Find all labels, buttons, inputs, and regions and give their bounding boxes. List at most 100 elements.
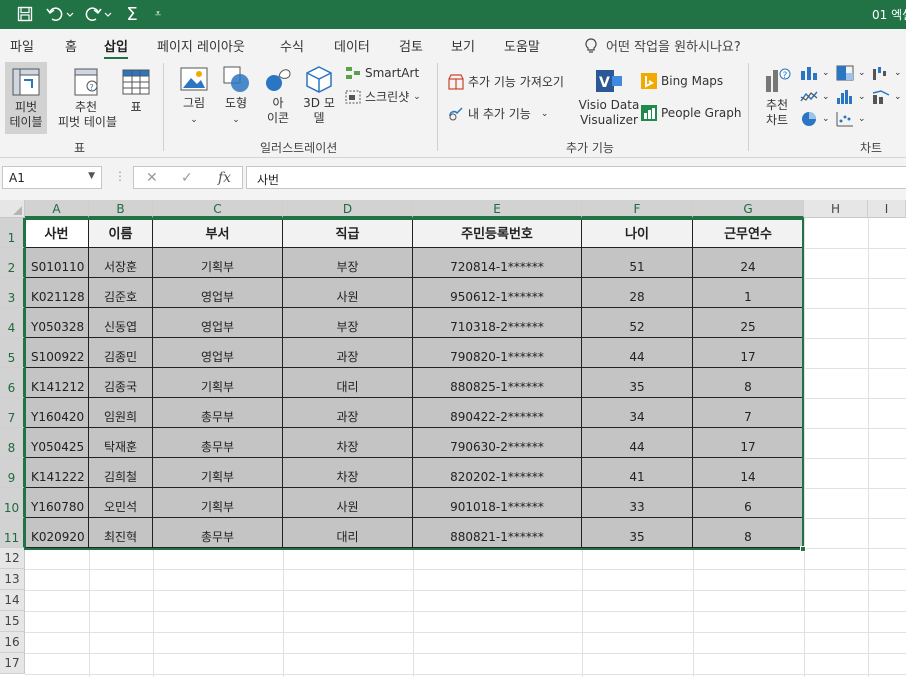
table-cell-dept[interactable]: 총무부 bbox=[153, 398, 283, 428]
get-addins-button[interactable]: 추가 기능 가져오기 bbox=[448, 73, 564, 90]
row-header-3[interactable]: 3 bbox=[0, 278, 25, 308]
row-header-14[interactable]: 14 bbox=[0, 590, 25, 611]
3d-models-button[interactable]: 3D 모 델 bbox=[299, 64, 339, 136]
table-cell-name[interactable]: 최진혁 bbox=[89, 518, 153, 548]
check-icon[interactable]: ✓ bbox=[181, 170, 193, 186]
row-header-1[interactable]: 1 bbox=[0, 218, 25, 248]
cancel-icon[interactable]: ✕ bbox=[146, 170, 158, 186]
tab-data[interactable]: 데이터 bbox=[334, 36, 370, 55]
table-cell-name[interactable]: 김희철 bbox=[89, 458, 153, 488]
column-header-b[interactable]: B bbox=[89, 200, 153, 218]
row-header-4[interactable]: 4 bbox=[0, 308, 25, 338]
waterfall-chart-button[interactable]: ⌄ bbox=[872, 65, 902, 81]
table-cell-dept[interactable]: 영업부 bbox=[153, 338, 283, 368]
table-cell-age[interactable]: 44 bbox=[582, 338, 693, 368]
table-cell-rank[interactable]: 사원 bbox=[283, 278, 413, 308]
table-cell-rank[interactable]: 부장 bbox=[283, 248, 413, 278]
table-cell-dept[interactable]: 영업부 bbox=[153, 278, 283, 308]
table-cell-years[interactable]: 1 bbox=[693, 278, 804, 308]
row-header-8[interactable]: 8 bbox=[0, 428, 25, 458]
tab-help[interactable]: 도움말 bbox=[504, 36, 540, 55]
row-header-16[interactable]: 16 bbox=[0, 632, 25, 653]
table-cell-ssn[interactable]: 880825-1****** bbox=[413, 368, 582, 398]
table-cell-years[interactable]: 7 bbox=[693, 398, 804, 428]
table-header-cell-years[interactable]: 근무연수 bbox=[693, 218, 804, 248]
screenshot-button[interactable]: 스크린샷 ⌄ bbox=[345, 88, 421, 105]
formula-input[interactable]: 사번 bbox=[246, 166, 906, 189]
row-header-5[interactable]: 5 bbox=[0, 338, 25, 368]
table-cell-ssn[interactable]: 720814-1****** bbox=[413, 248, 582, 278]
bing-maps-button[interactable]: Bing Maps bbox=[641, 73, 723, 89]
row-header-9[interactable]: 9 bbox=[0, 458, 25, 488]
table-cell-ssn[interactable]: 710318-2****** bbox=[413, 308, 582, 338]
table-cell-dept[interactable]: 기획부 bbox=[153, 248, 283, 278]
hierarchy-chart-button[interactable]: ⌄ bbox=[836, 65, 866, 81]
tab-page-layout[interactable]: 페이지 레이아웃 bbox=[157, 36, 245, 55]
customize-icon[interactable]: ⩡ bbox=[150, 3, 166, 25]
table-header-cell-ssn[interactable]: 주민등록번호 bbox=[413, 218, 582, 248]
table-cell-years[interactable]: 14 bbox=[693, 458, 804, 488]
row-header-13[interactable]: 13 bbox=[0, 569, 25, 590]
tab-insert[interactable]: 삽입 bbox=[104, 36, 128, 60]
save-icon[interactable] bbox=[14, 3, 36, 25]
table-header-cell-name[interactable]: 이름 bbox=[89, 218, 153, 248]
column-header-i[interactable]: I bbox=[868, 200, 906, 218]
pivot-table-button[interactable]: 피벗 테이블 bbox=[5, 62, 47, 134]
tab-file[interactable]: 파일 bbox=[10, 36, 34, 55]
tell-me-search[interactable]: 어떤 작업을 원하시나요? bbox=[584, 36, 741, 55]
column-header-h[interactable]: H bbox=[804, 200, 868, 218]
worksheet-grid[interactable]: ABCDEFGHI 1 2 3 4 5 6 7 8 9 10 11 12 13 14 15 16 17 사번 이름… bbox=[0, 200, 906, 677]
row-header-12[interactable]: 12 bbox=[0, 548, 25, 569]
undo-icon[interactable] bbox=[44, 3, 78, 25]
table-cell-age[interactable]: 44 bbox=[582, 428, 693, 458]
icons-button[interactable]: 아 이콘 bbox=[259, 64, 297, 136]
table-cell-rank[interactable]: 차장 bbox=[283, 458, 413, 488]
pie-chart-button[interactable]: ⌄ bbox=[800, 111, 830, 127]
people-graph-button[interactable]: People Graph bbox=[641, 105, 742, 121]
combo-chart-button[interactable]: ⌄ bbox=[872, 89, 902, 105]
row-header-15[interactable]: 15 bbox=[0, 611, 25, 632]
row-header-17[interactable]: 17 bbox=[0, 653, 25, 674]
table-cell-id[interactable]: S100922 bbox=[25, 338, 89, 368]
table-cell-ssn[interactable]: 901018-1****** bbox=[413, 488, 582, 518]
table-cell-years[interactable]: 6 bbox=[693, 488, 804, 518]
column-header-c[interactable]: C bbox=[153, 200, 283, 218]
table-cell-age[interactable]: 51 bbox=[582, 248, 693, 278]
row-header-6[interactable]: 6 bbox=[0, 368, 25, 398]
table-cell-name[interactable]: 신동엽 bbox=[89, 308, 153, 338]
row-header-2[interactable]: 2 bbox=[0, 248, 25, 278]
table-cell-age[interactable]: 52 bbox=[582, 308, 693, 338]
table-cell-years[interactable]: 24 bbox=[693, 248, 804, 278]
table-cell-name[interactable]: 김종국 bbox=[89, 368, 153, 398]
table-cell-years[interactable]: 8 bbox=[693, 518, 804, 548]
table-cell-dept[interactable]: 기획부 bbox=[153, 488, 283, 518]
table-cell-rank[interactable]: 차장 bbox=[283, 428, 413, 458]
table-cell-dept[interactable]: 총무부 bbox=[153, 518, 283, 548]
visio-visualizer-button[interactable]: V Visio Data Visualizer bbox=[578, 66, 640, 136]
table-cell-years[interactable]: 8 bbox=[693, 368, 804, 398]
tab-view[interactable]: 보기 bbox=[451, 36, 475, 55]
redo-icon[interactable] bbox=[82, 3, 116, 25]
table-cell-ssn[interactable]: 790820-1****** bbox=[413, 338, 582, 368]
row-header-11[interactable]: 11 bbox=[0, 518, 25, 548]
table-cell-dept[interactable]: 영업부 bbox=[153, 308, 283, 338]
table-cell-age[interactable]: 41 bbox=[582, 458, 693, 488]
insert-function-icon[interactable]: fx bbox=[218, 170, 231, 186]
fill-handle[interactable] bbox=[800, 546, 806, 552]
table-cell-ssn[interactable]: 820202-1****** bbox=[413, 458, 582, 488]
table-cell-dept[interactable]: 총무부 bbox=[153, 428, 283, 458]
table-cell-rank[interactable]: 대리 bbox=[283, 368, 413, 398]
table-cell-id[interactable]: Y160780 bbox=[25, 488, 89, 518]
table-cell-years[interactable]: 17 bbox=[693, 428, 804, 458]
table-cell-ssn[interactable]: 890422-2****** bbox=[413, 398, 582, 428]
chevron-down-icon[interactable]: ▼ bbox=[88, 171, 95, 181]
table-cell-rank[interactable]: 과장 bbox=[283, 398, 413, 428]
table-cell-rank[interactable]: 사원 bbox=[283, 488, 413, 518]
tab-formulas[interactable]: 수식 bbox=[280, 36, 304, 55]
row-header-10[interactable]: 10 bbox=[0, 488, 25, 518]
table-cell-age[interactable]: 28 bbox=[582, 278, 693, 308]
table-cell-rank[interactable]: 부장 bbox=[283, 308, 413, 338]
table-header-cell-id[interactable]: 사번 bbox=[25, 218, 89, 248]
table-cell-years[interactable]: 25 bbox=[693, 308, 804, 338]
table-cell-ssn[interactable]: 950612-1****** bbox=[413, 278, 582, 308]
